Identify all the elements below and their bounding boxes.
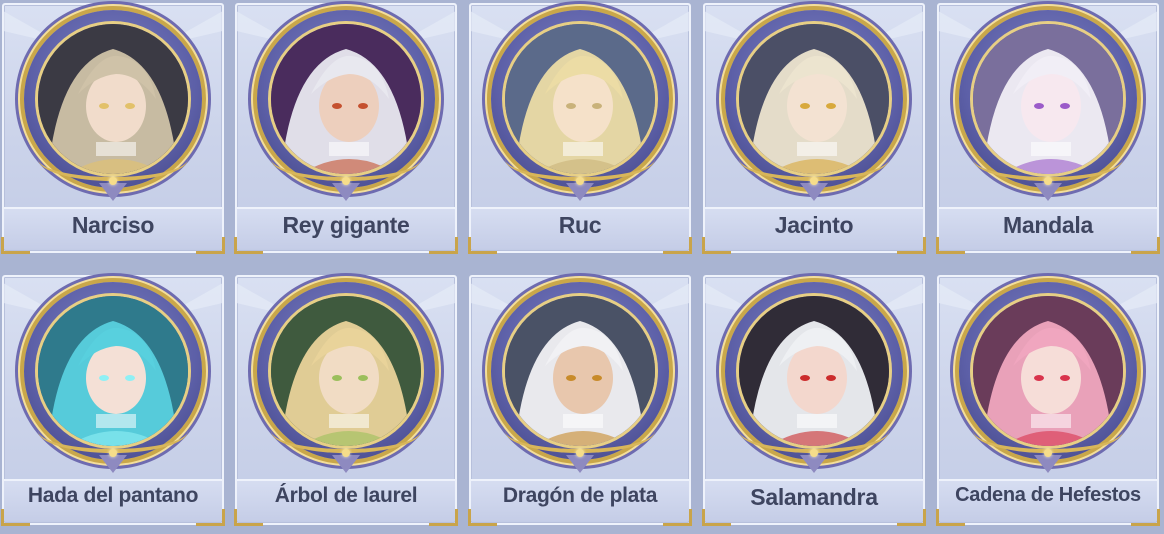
corner-ornament-right — [897, 237, 926, 254]
character-portrait — [739, 24, 889, 174]
corner-ornament-right — [1131, 237, 1160, 254]
medallion-pointer — [1034, 183, 1062, 201]
corner-ornament-right — [429, 237, 458, 254]
corner-ornament-left — [1, 237, 30, 254]
character-name: Salamandra — [750, 484, 878, 510]
character-name: Ruc — [558, 212, 602, 238]
medallion-pointer — [332, 183, 360, 201]
corner-ornament-left — [468, 237, 497, 254]
character-card-cadena-de-hefestos[interactable]: Cadena de Hefestos — [936, 275, 1160, 526]
corner-ornament-left — [702, 237, 731, 254]
character-card-hada-del-pantano[interactable]: Hada del pantano — [1, 275, 225, 526]
medallion-gem — [576, 177, 584, 185]
character-portrait — [973, 24, 1123, 174]
medallion-gem — [342, 449, 350, 457]
corner-ornament-left — [702, 509, 731, 526]
character-name: Rey gigante — [282, 212, 410, 238]
corner-ornament-left — [234, 237, 263, 254]
corner-ornament-right — [663, 237, 692, 254]
character-portrait — [739, 296, 889, 446]
medallion-pointer — [1034, 455, 1062, 473]
corner-ornament-left — [1, 509, 30, 526]
medallion-pointer — [99, 455, 127, 473]
corner-ornament-left — [936, 509, 965, 526]
character-portrait — [271, 24, 421, 174]
medallion-pointer — [332, 455, 360, 473]
character-grid: Narciso Rey gigante Ruc Jacinto Mandala … — [0, 0, 1164, 534]
medallion-gem — [109, 449, 117, 457]
corner-ornament-right — [196, 509, 225, 526]
corner-ornament-left — [468, 509, 497, 526]
character-card-ruc[interactable]: Ruc — [468, 3, 692, 254]
medallion-gem — [576, 449, 584, 457]
character-name: Mandala — [1003, 212, 1093, 238]
medallion-pointer — [800, 183, 828, 201]
character-portrait — [505, 24, 655, 174]
character-name: Narciso — [71, 212, 155, 238]
medallion-gem — [810, 449, 818, 457]
medallion-gem — [1044, 449, 1052, 457]
medallion-gem — [810, 177, 818, 185]
character-portrait — [973, 296, 1123, 446]
character-portrait — [271, 296, 421, 446]
medallion-pointer — [566, 455, 594, 473]
medallion-gem — [1044, 177, 1052, 185]
medallion-pointer — [99, 183, 127, 201]
character-portrait — [38, 296, 188, 446]
medallion-pointer — [800, 455, 828, 473]
character-name: Cadena de Hefestos — [955, 484, 1141, 506]
corner-ornament-right — [196, 237, 225, 254]
character-name: Árbol de laurel — [274, 484, 418, 507]
corner-ornament-right — [429, 509, 458, 526]
character-card-narciso[interactable]: Narciso — [1, 3, 225, 254]
corner-ornament-right — [663, 509, 692, 526]
character-card-dragon-de-plata[interactable]: Dragón de plata — [468, 275, 692, 526]
medallion-gem — [109, 177, 117, 185]
character-portrait — [505, 296, 655, 446]
character-name: Dragón de plata — [502, 484, 658, 507]
character-portrait — [38, 24, 188, 174]
character-card-salamandra[interactable]: Salamandra — [702, 275, 926, 526]
corner-ornament-right — [897, 509, 926, 526]
corner-ornament-right — [1131, 509, 1160, 526]
character-name: Hada del pantano — [27, 484, 199, 507]
character-card-arbol-de-laurel[interactable]: Árbol de laurel — [234, 275, 458, 526]
character-card-rey-gigante[interactable]: Rey gigante — [234, 3, 458, 254]
corner-ornament-left — [234, 509, 263, 526]
character-card-jacinto[interactable]: Jacinto — [702, 3, 926, 254]
medallion-gem — [342, 177, 350, 185]
character-name: Jacinto — [774, 212, 854, 238]
medallion-pointer — [566, 183, 594, 201]
corner-ornament-left — [936, 237, 965, 254]
character-card-mandala[interactable]: Mandala — [936, 3, 1160, 254]
